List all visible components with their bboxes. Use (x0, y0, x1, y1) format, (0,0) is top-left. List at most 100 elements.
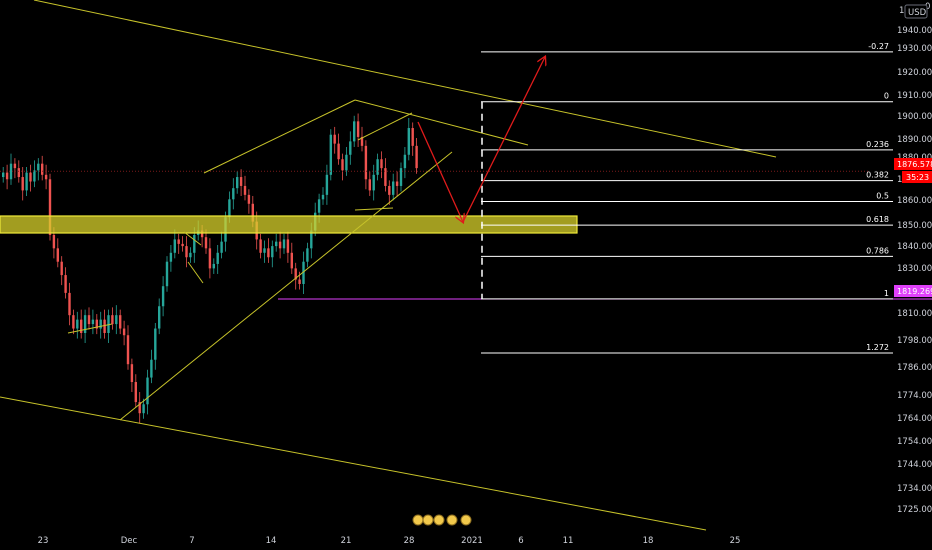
price-axis-label: 1860.000 (897, 196, 932, 206)
candle-body (333, 134, 336, 144)
candle-body (111, 315, 114, 325)
candle-body (204, 237, 208, 249)
candle-body (392, 181, 395, 195)
candle-body (29, 172, 32, 182)
candle-body (317, 199, 321, 213)
candle-body (415, 145, 418, 169)
candle-body (353, 121, 356, 142)
rising-resistance-trendline (203, 99, 356, 174)
price-axis-label: 1 (899, 6, 904, 16)
time-axis-label: 6 (518, 536, 523, 546)
fib-level-label: 0.618 (866, 215, 889, 224)
lower-channel-trendline (0, 396, 707, 531)
candle-body (13, 163, 17, 169)
time-axis-label: 18 (643, 536, 654, 546)
candle-body (212, 263, 215, 269)
candle-body (44, 174, 48, 180)
candle-body (80, 319, 83, 333)
price-axis-label: 1786.000 (897, 363, 932, 373)
candle-body (243, 185, 247, 195)
drawings-layer (0, 0, 932, 531)
time-axis[interactable]: 23 Dec 7 14 21 28 2021 6 11 18 25 (38, 536, 741, 546)
descending-resistance-trendline (354, 99, 529, 146)
candle-body (306, 248, 309, 262)
fib-level-label: 0.236 (866, 140, 889, 149)
candle-body (356, 121, 360, 137)
candle-body (349, 141, 352, 155)
fib-level-label: 1.272 (866, 343, 889, 352)
candle-body (5, 172, 9, 180)
fib-retracement[interactable]: -0.27 0 0.236 0.382 0.5 0.618 0.786 1 1.272 (481, 42, 893, 354)
toolbar-badge-icon (412, 514, 424, 526)
candle-body (41, 163, 44, 175)
candle-body (2, 172, 5, 178)
candle-body (87, 315, 91, 325)
candle-body (388, 185, 391, 195)
time-axis-label: 21 (341, 536, 352, 546)
price-axis-label: 1725.000 (897, 505, 932, 515)
candle-body (232, 188, 235, 200)
candle-body (220, 241, 223, 253)
price-axis-label: 1890.000 (897, 135, 932, 145)
candle-body (134, 382, 137, 403)
price-axis-label: 1764.000 (897, 414, 932, 424)
wedge-lower-line (354, 207, 394, 211)
candle-body (169, 252, 173, 262)
candle-body (399, 168, 403, 186)
candle-body (290, 252, 293, 269)
candle-body (72, 315, 75, 329)
candles-layer (2, 113, 418, 424)
fib-level-label: -0.27 (868, 42, 889, 51)
candle-body (236, 177, 239, 189)
candle-body (37, 163, 40, 171)
candle-body (275, 241, 278, 247)
candle-body (17, 168, 20, 178)
price-axis-label: 1798.000 (897, 336, 932, 346)
candle-body (341, 159, 344, 171)
support-zone (0, 215, 578, 234)
price-axis-label: 1754.000 (897, 437, 932, 447)
price-axis-label: 1850.000 (897, 221, 932, 231)
trading-chart[interactable]: -0.27 0 0.236 0.382 0.5 0.618 0.786 1 1.272 1940… (0, 0, 932, 550)
candle-body (119, 315, 122, 329)
candle-body (189, 252, 192, 258)
candle-body (380, 159, 383, 169)
time-axis-label: 14 (266, 536, 277, 546)
price-axis-label: 1810.000 (897, 309, 932, 319)
candle-body (9, 163, 13, 180)
candle-body (282, 239, 286, 249)
down-arrow (417, 121, 463, 222)
fib-level-label: 0.786 (866, 246, 889, 255)
price-axis-label: 1744.000 (897, 460, 932, 470)
upper-channel-trendline (33, 0, 777, 158)
candle-body (364, 145, 368, 180)
fib-level-label: 0.382 (866, 171, 889, 180)
candle-body (177, 239, 180, 244)
candle-body (368, 179, 371, 191)
candle-body (173, 239, 176, 253)
candle-body (150, 359, 153, 378)
candle-body (60, 261, 63, 276)
candle-body (33, 170, 36, 182)
candle-body (64, 275, 67, 293)
price-axis-label: 1774.000 (897, 391, 932, 401)
price-axis[interactable]: 1940.000 1930.000 1920.000 1910.000 1900.000… (897, 2, 932, 515)
candle-body (103, 319, 106, 333)
candle-body (372, 174, 375, 191)
small-flag-line-1 (187, 261, 204, 284)
candle-body (298, 279, 301, 284)
candle-body (122, 328, 126, 336)
candle-body (247, 194, 251, 204)
candle-body (91, 319, 95, 325)
candle-body (267, 248, 270, 258)
candle-body (263, 248, 266, 253)
up-arrow (462, 57, 545, 223)
candle-body (376, 159, 379, 175)
time-axis-label: 2021 (461, 536, 483, 546)
time-axis-label: 28 (404, 536, 415, 546)
candle-body (165, 261, 169, 287)
candle-body (142, 404, 145, 414)
time-axis-label: 25 (730, 536, 741, 546)
candle-body (161, 286, 165, 307)
candle-body (126, 335, 130, 365)
